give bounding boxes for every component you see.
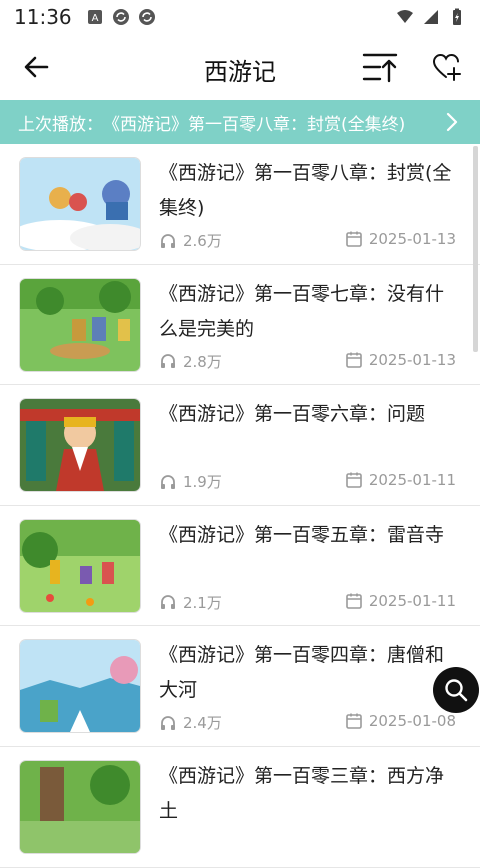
wifi-icon (397, 10, 413, 23)
last-played-banner[interactable]: 上次播放： 《西游记》第一百零八章：封赏(全集终) (0, 100, 480, 144)
episode-title: 《西游记》第一百零五章：雷音寺 (159, 523, 445, 546)
status-bar: 11:36 A (0, 0, 480, 34)
page-title: 西游记 (204, 58, 276, 86)
episode-item[interactable]: 《西游记》第一百零八章：封赏(全集终) 2.6万 2025-01-13 (0, 144, 480, 265)
scrollbar[interactable] (473, 146, 478, 352)
headphones-icon (161, 474, 175, 489)
episode-plays: 2.1万 (159, 592, 222, 613)
plays-count: 1.9万 (183, 473, 222, 492)
battery-icon (453, 8, 461, 25)
episode-date: 2025-01-11 (345, 592, 456, 610)
episode-title: 《西游记》第一百零七章：没有什么是完美的 (159, 282, 445, 340)
calendar-icon (346, 713, 362, 730)
episode-item[interactable]: 《西游记》第一百零六章：问题 1.9万 2025-01-11 (0, 385, 480, 506)
favorite-button[interactable] (428, 50, 466, 84)
status-notification-icons: A (86, 8, 156, 26)
search-icon (445, 679, 468, 702)
calendar-icon (346, 472, 362, 488)
episode-title: 《西游记》第一百零六章：问题 (159, 403, 426, 426)
calendar-icon (346, 231, 362, 247)
status-time: 11:36 (14, 5, 72, 29)
episode-item[interactable]: 《西游记》第一百零五章：雷音寺 2.1万 2025-01-11 (0, 506, 480, 627)
episode-thumbnail (20, 760, 140, 853)
episode-item[interactable]: 《西游记》第一百零四章：唐僧和大河 2.4万 2025-01-08 (0, 626, 480, 747)
chevron-right-icon (446, 112, 458, 132)
headphones-icon (161, 233, 175, 248)
episode-item[interactable]: 《西游记》第一百零三章：西方净土 (0, 747, 480, 868)
app-bar: 西游记 (0, 34, 480, 100)
last-played-episode: 《西游记》第一百零八章：封赏(全集终) (103, 114, 406, 135)
sort-icon (362, 53, 398, 83)
plays-count: 2.1万 (183, 593, 222, 612)
headphones-icon (161, 715, 175, 730)
episode-date: 2025-01-11 (345, 471, 456, 489)
episode-title: 《西游记》第一百零八章：封赏(全集终) (159, 162, 452, 219)
date-text: 2025-01-11 (368, 591, 456, 610)
headphones-icon (161, 354, 175, 369)
episode-plays: 2.4万 (159, 712, 222, 733)
svg-text:A: A (91, 13, 98, 24)
episode-item[interactable]: 《西游记》第一百零七章：没有什么是完美的 2.8万 2025-01-13 (0, 265, 480, 386)
episode-thumbnail (20, 519, 140, 612)
date-text: 2025-01-13 (368, 350, 456, 369)
episode-thumbnail (20, 158, 140, 250)
heart-plus-icon (432, 53, 461, 81)
episode-date: 2025-01-13 (345, 230, 456, 248)
plays-count: 2.6万 (183, 232, 222, 250)
search-button[interactable] (433, 667, 479, 713)
episode-plays: 2.8万 (159, 351, 222, 372)
app-notification-icon: A (87, 10, 102, 24)
calendar-icon (346, 593, 362, 609)
episode-title: 《西游记》第一百零四章：唐僧和大河 (159, 644, 445, 702)
date-text: 2025-01-11 (368, 471, 456, 490)
plays-count: 2.4万 (183, 714, 222, 733)
sync-icon-2 (138, 9, 155, 25)
signal-icon (424, 10, 438, 24)
date-text: 2025-01-13 (368, 230, 456, 248)
episode-list: 《西游记》第一百零八章：封赏(全集终) 2.6万 2025-01-13 《西游记… (0, 144, 480, 868)
episode-thumbnail (20, 278, 140, 371)
episode-date: 2025-01-08 (345, 712, 456, 730)
episode-plays: 2.6万 (159, 230, 222, 251)
last-played-label: 上次播放： (18, 114, 103, 135)
date-text: 2025-01-08 (368, 712, 456, 731)
sort-button[interactable] (360, 48, 400, 86)
episode-title: 《西游记》第一百零三章：西方净土 (159, 764, 445, 822)
plays-count: 2.8万 (183, 352, 222, 371)
episode-plays: 1.9万 (159, 471, 222, 492)
episode-thumbnail (20, 399, 140, 492)
episode-thumbnail (20, 640, 140, 733)
status-system-icons (396, 8, 466, 26)
episode-date: 2025-01-13 (345, 351, 456, 369)
calendar-icon (346, 352, 362, 368)
sync-icon (112, 9, 129, 25)
headphones-icon (161, 595, 175, 610)
